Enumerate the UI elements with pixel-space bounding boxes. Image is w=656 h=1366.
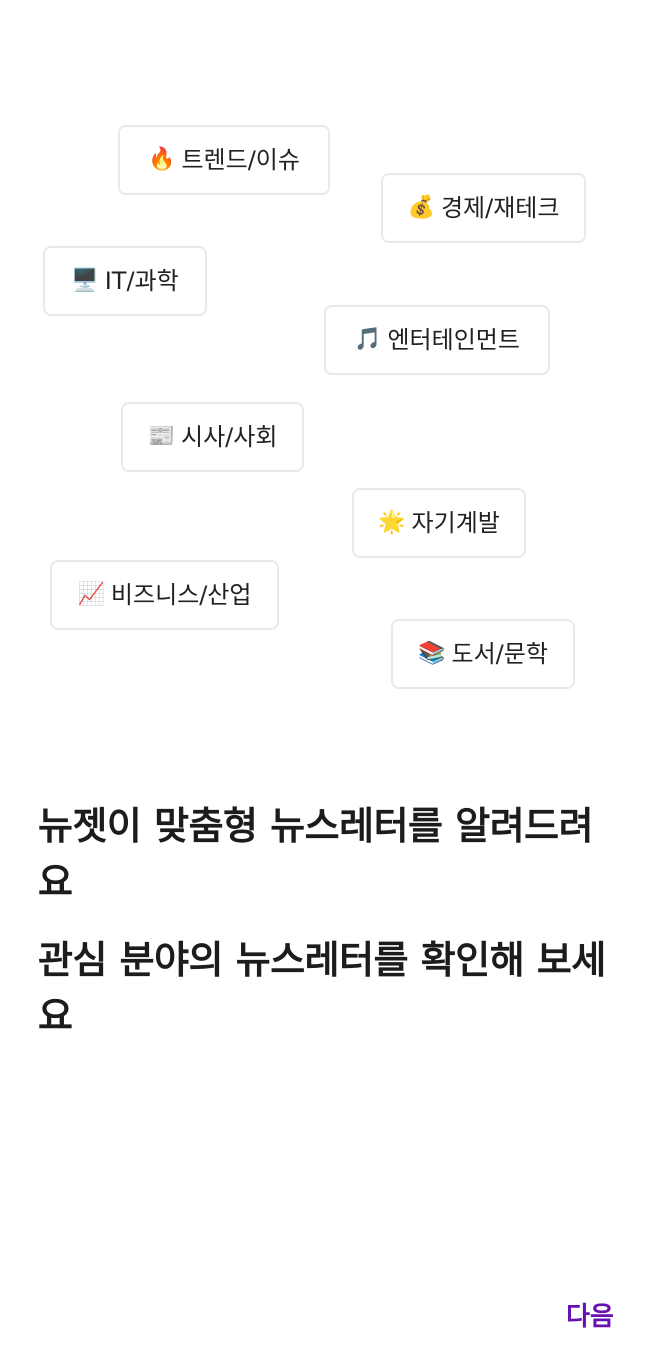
category-label: 경제/재테크 <box>440 194 560 222</box>
category-label: 비즈니스/산업 <box>110 581 252 609</box>
newspaper-icon: 📰 <box>147 424 175 449</box>
fire-icon: 🔥 <box>148 147 176 172</box>
page-subtitle: 관심 분야의 뉴스레터를 확인해 보세요 <box>38 938 606 1038</box>
category-chip-books[interactable]: 📚 도서/문학 <box>391 619 575 689</box>
desktop-computer-icon: 🖥️ <box>71 268 99 293</box>
category-chip-it-science[interactable]: 🖥️ IT/과학 <box>43 246 207 316</box>
category-label: 엔터테인먼트 <box>387 326 520 354</box>
category-chip-economy[interactable]: 💰 경제/재테크 <box>381 173 586 243</box>
category-label: 트렌드/이슈 <box>181 146 300 174</box>
page-title: 뉴젯이 맞춤형 뉴스레터를 알려드려요 <box>38 804 594 904</box>
money-bag-icon: 💰 <box>407 195 435 220</box>
music-note-icon: 🎵 <box>354 327 382 352</box>
category-label: 시사/사회 <box>181 423 278 451</box>
category-chip-self-development[interactable]: 🌟 자기계발 <box>352 488 526 558</box>
chart-increasing-icon: 📈 <box>77 582 105 607</box>
next-button[interactable]: 다음 <box>560 1292 620 1336</box>
books-icon: 📚 <box>418 641 446 666</box>
glowing-star-icon: 🌟 <box>378 510 406 535</box>
category-chip-current-affairs[interactable]: 📰 시사/사회 <box>121 402 304 472</box>
category-label: IT/과학 <box>104 267 179 295</box>
category-chip-business[interactable]: 📈 비즈니스/산업 <box>50 560 279 630</box>
category-chip-trend[interactable]: 🔥 트렌드/이슈 <box>118 125 330 195</box>
category-label: 도서/문학 <box>451 640 548 668</box>
category-label: 자기계발 <box>411 509 500 537</box>
category-chip-entertainment[interactable]: 🎵 엔터테인먼트 <box>324 305 550 375</box>
